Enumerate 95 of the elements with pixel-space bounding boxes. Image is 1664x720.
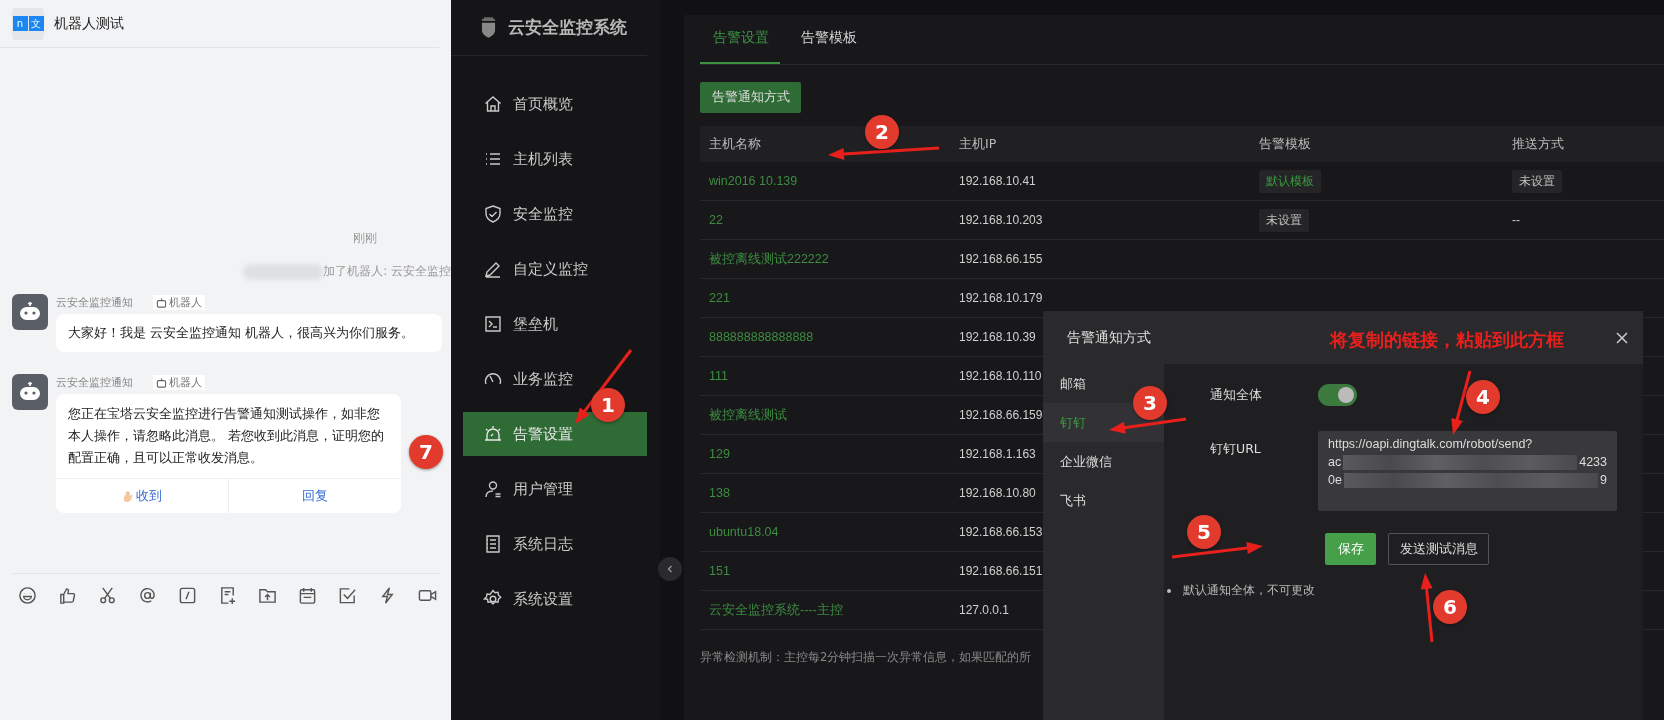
dialog-title: 告警通知方式 xyxy=(1067,328,1151,347)
host-name-link[interactable]: 221 xyxy=(709,291,730,305)
tab[interactable]: 告警设置 xyxy=(700,15,780,64)
table-cell: 192.168.66.159 xyxy=(959,408,1043,422)
table-cell: 192.168.10.39 xyxy=(959,330,1036,344)
table-cell: 127.0.0.1 xyxy=(959,603,1010,617)
push-method-tag: 未设置 xyxy=(1512,169,1562,193)
chevron-left-icon xyxy=(665,564,675,574)
field-label: 钉钉URL xyxy=(1210,440,1262,458)
slash-box-icon[interactable] xyxy=(178,586,197,605)
sender-name: 云安全监控通知 xyxy=(56,374,133,390)
table-cell: 192.168.10.41 xyxy=(959,174,1036,188)
menu-item[interactable]: 安全监控 xyxy=(463,192,647,236)
menu-icon xyxy=(483,204,503,224)
calendar-icon[interactable] xyxy=(298,586,317,605)
tag-label: 机器人 xyxy=(169,294,202,310)
bullet-icon xyxy=(1167,588,1171,593)
thumbs-up-icon[interactable] xyxy=(58,586,77,605)
notification-method-button[interactable]: 告警通知方式 xyxy=(700,82,801,113)
table-cell: 192.168.1.163 xyxy=(959,447,1036,461)
chat-title: 机器人测试 xyxy=(54,14,124,33)
push-method-tag: -- xyxy=(1512,213,1520,227)
host-name-link[interactable]: 129 xyxy=(709,447,730,461)
channel-tab[interactable]: 飞书 xyxy=(1043,481,1164,520)
table-cell: 192.168.66.153 xyxy=(959,525,1043,539)
timestamp: 刚刚 xyxy=(353,230,377,247)
menu-icon xyxy=(483,94,503,114)
host-name-link[interactable]: 888888888888888 xyxy=(709,330,814,344)
tab[interactable]: 告警模板 xyxy=(780,15,890,64)
reply-button[interactable]: 回复 xyxy=(228,479,401,513)
footer-note: 异常检测机制：主控每2分钟扫描一次异常信息，如果匹配的所 xyxy=(700,650,1033,665)
message-text: 您正在宝塔云安全监控进行告警通知测试操作，如非您本人操作，请忽略此消息。 若您收到此消息，证明您的配置正确，且可以正常收发消息。 xyxy=(67,405,386,467)
sender-name: 云安全监控通知 xyxy=(56,294,133,310)
shield-logo-icon xyxy=(481,17,496,38)
column-header: 告警模板 xyxy=(1258,135,1312,153)
host-name-link[interactable]: win2016 10.139 xyxy=(709,174,798,188)
menu-icon xyxy=(483,424,503,444)
robot-avatar xyxy=(12,294,48,330)
host-name-link[interactable]: 云安全监控系统----主控 xyxy=(709,601,843,619)
url-field[interactable]: https://oapi.dingtalk.com/robot/send? ac 4233 0e 9 xyxy=(1318,431,1617,511)
menu-item[interactable]: 主机列表 xyxy=(463,137,647,181)
robot-icon xyxy=(156,296,167,308)
column-header: 主机名称 xyxy=(708,135,762,153)
menu-item[interactable]: 系统日志 xyxy=(463,522,647,566)
app-title: 云安全监控系统 xyxy=(508,16,627,39)
template-tag: 默认模板 xyxy=(1259,169,1321,193)
table-cell: 192.168.66.155 xyxy=(959,252,1043,266)
menu-icon xyxy=(483,314,503,334)
folder-upload-icon[interactable] xyxy=(258,586,277,605)
system-notice: 加了机器人: 云安全监控 xyxy=(323,263,451,280)
send-test-button[interactable]: 发送测试消息 xyxy=(1388,533,1489,565)
host-name-link[interactable]: 138 xyxy=(709,486,730,500)
host-name-link[interactable]: 22 xyxy=(709,213,723,227)
emoji-icon[interactable] xyxy=(18,586,37,605)
menu-icon xyxy=(483,479,503,499)
save-button[interactable]: 保存 xyxy=(1325,533,1376,565)
channel-tab[interactable]: 企业微信 xyxy=(1043,442,1164,481)
at-sign-icon[interactable] xyxy=(138,586,157,605)
table-cell: 192.168.10.203 xyxy=(959,213,1043,227)
tag-label: 机器人 xyxy=(169,374,202,390)
menu-item[interactable]: 自定义监控 xyxy=(463,247,647,291)
menu-item[interactable]: 首页概览 xyxy=(463,82,647,126)
table-cell: 192.168.10.80 xyxy=(959,486,1036,500)
scissors-icon[interactable] xyxy=(98,586,117,605)
menu-item[interactable]: 用户管理 xyxy=(463,467,647,511)
table-cell: 192.168.10.110 xyxy=(959,369,1042,383)
toggle-switch[interactable] xyxy=(1318,384,1357,406)
host-name-link[interactable]: 被控离线测试222222 xyxy=(709,250,829,268)
robot-icon xyxy=(156,376,167,388)
hand-icon xyxy=(122,489,134,503)
host-name-link[interactable]: 被控离线测试 xyxy=(709,406,787,424)
arrow xyxy=(1420,573,1434,643)
note-text: 默认通知全体，不可更改 xyxy=(1183,582,1315,599)
menu-icon xyxy=(483,534,503,554)
menu-item[interactable]: 系统设置 xyxy=(463,577,647,621)
annotation-note: 将复制的链接，粘贴到此方框 xyxy=(1330,329,1564,352)
group-logo: n 文 xyxy=(12,7,44,40)
robot-avatar xyxy=(12,374,48,410)
column-header: 主机IP xyxy=(958,135,998,153)
menu-item[interactable]: 告警设置 xyxy=(463,412,647,456)
checkbox-icon[interactable] xyxy=(338,586,357,605)
host-name-link[interactable]: ubuntu18.04 xyxy=(709,525,779,539)
column-header: 推送方式 xyxy=(1511,135,1564,153)
host-name-link[interactable]: 151 xyxy=(709,564,730,578)
table-cell: 192.168.10.179 xyxy=(959,291,1043,305)
field-label: 通知全体 xyxy=(1210,386,1263,404)
arrow xyxy=(1451,370,1472,435)
template-tag: 未设置 xyxy=(1259,208,1309,232)
message-text: 大家好！我是 云安全监控通知 机器人，很高兴为你们服务。 xyxy=(67,324,416,342)
close-icon[interactable] xyxy=(1615,330,1629,345)
acknowledge-button[interactable]: 收到 xyxy=(56,479,228,513)
table-cell: 192.168.66.151 xyxy=(959,564,1043,578)
menu-item[interactable]: 堡垒机 xyxy=(463,302,647,346)
host-name-link[interactable]: 111 xyxy=(709,369,728,383)
document-plus-icon[interactable] xyxy=(218,586,237,605)
